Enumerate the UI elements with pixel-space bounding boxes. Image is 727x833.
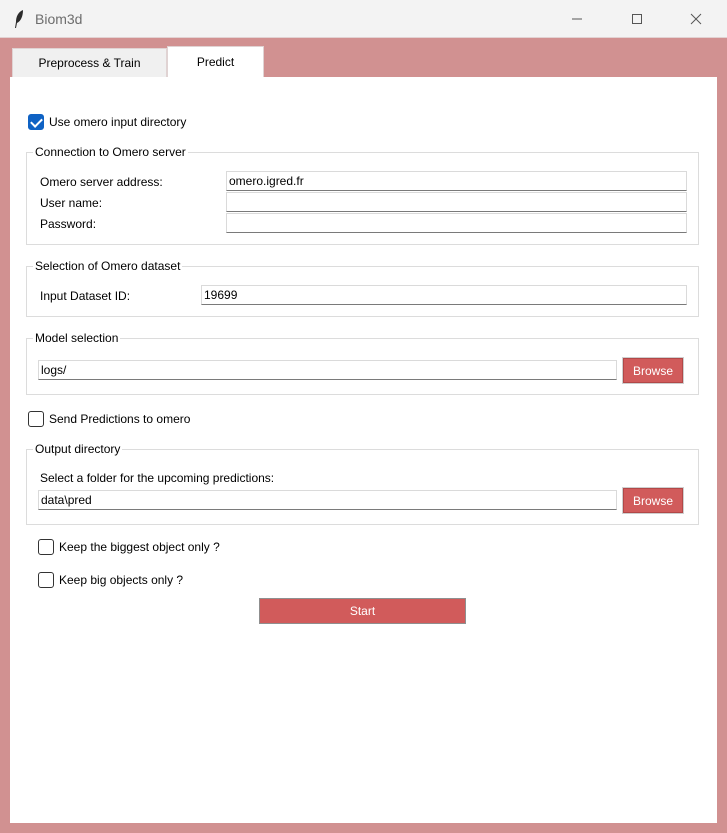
tab-preprocess-train[interactable]: Preprocess & Train (12, 48, 167, 77)
output-directory-group: Output directory Select a folder for the… (26, 442, 699, 525)
password-input[interactable] (226, 213, 687, 233)
use-omero-input-checkbox[interactable] (28, 114, 44, 130)
keep-big-checkbox[interactable] (38, 572, 54, 588)
send-predictions-label: Send Predictions to omero (49, 412, 191, 426)
close-button[interactable] (673, 0, 719, 38)
send-predictions-checkbox[interactable] (28, 411, 44, 427)
keep-biggest-label: Keep the biggest object only ? (59, 540, 220, 554)
dataset-group: Selection of Omero dataset Input Dataset… (26, 259, 699, 317)
feather-icon (15, 10, 23, 28)
use-omero-input-label: Use omero input directory (49, 115, 187, 129)
username-label: User name: (40, 196, 103, 210)
output-directory-legend: Output directory (33, 442, 123, 456)
start-button[interactable]: Start (259, 598, 466, 624)
minimize-button[interactable] (554, 0, 600, 38)
keep-big-label: Keep big objects only ? (59, 573, 184, 587)
model-selection-group: Model selection logs/ Browse (26, 331, 699, 395)
tab-predict[interactable]: Predict (167, 46, 264, 77)
dataset-id-label: Input Dataset ID: (40, 289, 131, 303)
dataset-legend: Selection of Omero dataset (33, 259, 183, 273)
close-icon (690, 13, 702, 25)
model-browse-button[interactable]: Browse (622, 357, 684, 384)
title-bar: Biom3d (0, 0, 727, 38)
server-address-input[interactable]: omero.igred.fr (226, 171, 687, 191)
model-selection-legend: Model selection (33, 331, 121, 345)
maximize-button[interactable] (614, 0, 660, 38)
predict-panel: Use omero input directory Connection to … (10, 77, 717, 823)
connection-group: Connection to Omero server Omero server … (26, 145, 699, 245)
password-label: Password: (40, 217, 97, 231)
output-path-input[interactable]: data\pred (38, 490, 617, 510)
output-browse-button[interactable]: Browse (622, 487, 684, 514)
server-address-label: Omero server address: (40, 175, 163, 189)
dataset-id-input[interactable]: 19699 (201, 285, 687, 305)
output-prompt-label: Select a folder for the upcoming predict… (40, 471, 275, 485)
connection-legend: Connection to Omero server (33, 145, 188, 159)
username-input[interactable] (226, 192, 687, 212)
tab-bar: Preprocess & Train Predict (0, 38, 727, 77)
keep-biggest-checkbox[interactable] (38, 539, 54, 555)
maximize-icon (632, 14, 642, 24)
model-path-input[interactable]: logs/ (38, 360, 617, 380)
window-title: Biom3d (35, 11, 83, 27)
minimize-icon (572, 18, 582, 20)
